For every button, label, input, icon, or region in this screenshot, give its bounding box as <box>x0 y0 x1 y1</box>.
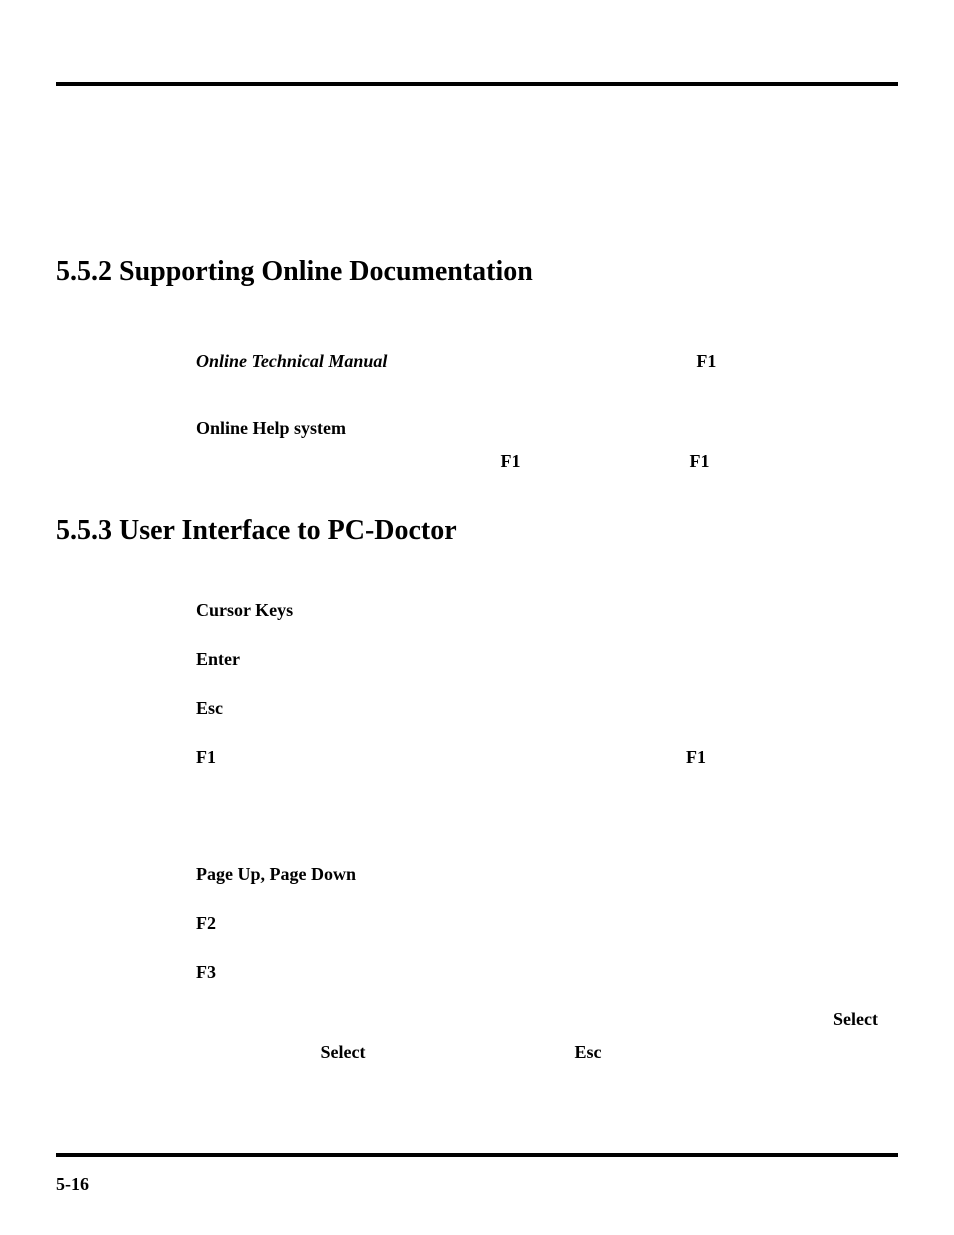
key-f1-a: F1 <box>501 451 521 471</box>
row-esc: Esc <box>196 695 878 722</box>
row-cursor-keys: Cursor Keys <box>196 597 878 624</box>
entry-title: Online Help system <box>196 418 346 438</box>
row-f1: F1 F1 <box>196 744 878 771</box>
term: F2 <box>196 910 216 937</box>
key-list-2: Page Up, Page Down F2 F3 <box>196 861 878 986</box>
row-page-up-down: Page Up, Page Down <box>196 861 878 888</box>
heading-5-5-3: 5.5.3 User Interface to PC-Doctor <box>56 515 898 547</box>
term: Cursor Keys <box>196 597 293 624</box>
entry-online-technical-manual: Online Technical Manual F1 <box>196 348 878 375</box>
term: F1 <box>196 744 216 771</box>
entry-title: Online Technical Manual <box>196 351 387 371</box>
term: Page Up, Page Down <box>196 861 356 888</box>
entry-online-help-system: Online Help system F1 F1 <box>196 415 878 475</box>
select-esc-line: Select Select Esc <box>196 1006 878 1066</box>
page: 5.5.2 Supporting Online Documentation On… <box>0 0 954 1235</box>
row-f3: F3 <box>196 959 878 986</box>
bottom-rule <box>56 1153 898 1157</box>
row-f2: F2 <box>196 910 878 937</box>
key-f1: F1 <box>696 351 716 371</box>
key-f1-b: F1 <box>690 451 710 471</box>
row-enter: Enter <box>196 646 878 673</box>
term: Esc <box>196 695 223 722</box>
term: Enter <box>196 646 240 673</box>
key-f1: F1 <box>686 744 706 771</box>
key-list-1: Cursor Keys Enter Esc F1 F1 <box>196 597 878 771</box>
term: F3 <box>196 959 216 986</box>
select-left: Select <box>321 1042 366 1062</box>
heading-5-5-2: 5.5.2 Supporting Online Documentation <box>56 256 898 288</box>
page-number: 5-16 <box>56 1174 89 1195</box>
select-right: Select <box>833 1009 878 1029</box>
esc-inline: Esc <box>574 1042 601 1062</box>
top-rule <box>56 82 898 86</box>
